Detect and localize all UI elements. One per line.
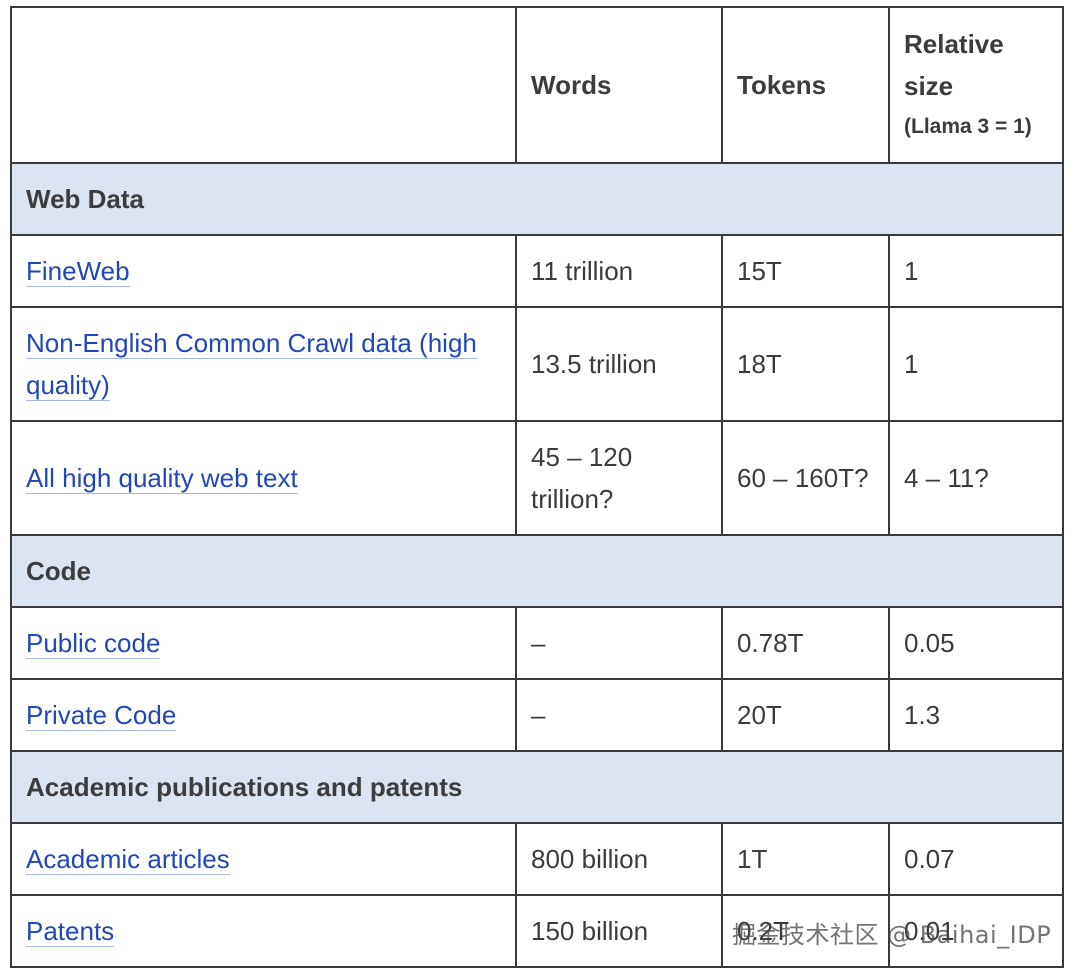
words-cell: – bbox=[515, 606, 723, 680]
table-row: Academic articles 800 billion 1T 0.07 bbox=[10, 822, 1064, 896]
table-row: Private Code – 20T 1.3 bbox=[10, 678, 1064, 752]
tokens-cell: 18T bbox=[721, 306, 890, 422]
header-source bbox=[10, 6, 517, 164]
table-row: Non-English Common Crawl data (high qual… bbox=[10, 306, 1064, 422]
section-row-web-data: Web Data bbox=[10, 162, 1064, 236]
header-tokens: Tokens bbox=[721, 6, 890, 164]
header-relative-size: Relative size (Llama 3 = 1) bbox=[888, 6, 1064, 164]
tokens-cell: 1T bbox=[721, 822, 890, 896]
section-row-academic: Academic publications and patents bbox=[10, 750, 1064, 824]
words-cell: 150 billion bbox=[515, 894, 723, 968]
header-row: Words Tokens Relative size (Llama 3 = 1) bbox=[10, 6, 1064, 164]
section-title: Code bbox=[10, 534, 1064, 608]
table-row: All high quality web text 45 – 120 trill… bbox=[10, 420, 1064, 536]
words-cell: 13.5 trillion bbox=[515, 306, 723, 422]
relative-size-cell: 4 – 11? bbox=[888, 420, 1064, 536]
source-link-all-high-quality-web-text[interactable]: All high quality web text bbox=[26, 463, 298, 494]
tokens-cell: 15T bbox=[721, 234, 890, 308]
relative-size-cell: 0.05 bbox=[888, 606, 1064, 680]
relative-size-cell: 0.07 bbox=[888, 822, 1064, 896]
words-cell: 11 trillion bbox=[515, 234, 723, 308]
tokens-cell: 20T bbox=[721, 678, 890, 752]
section-title: Academic publications and patents bbox=[10, 750, 1064, 824]
source-link-patents[interactable]: Patents bbox=[26, 916, 115, 947]
tokens-cell: 0.78T bbox=[721, 606, 890, 680]
section-title: Web Data bbox=[10, 162, 1064, 236]
data-sources-table: Words Tokens Relative size (Llama 3 = 1)… bbox=[10, 6, 1064, 968]
words-cell: 800 billion bbox=[515, 822, 723, 896]
header-relative-size-note: (Llama 3 = 1) bbox=[904, 115, 1032, 138]
data-table-container: Words Tokens Relative size (Llama 3 = 1)… bbox=[10, 6, 1064, 968]
source-link-fineweb[interactable]: FineWeb bbox=[26, 256, 130, 287]
header-relative-size-label: Relative size bbox=[904, 29, 1004, 101]
words-cell: 45 – 120 trillion? bbox=[515, 420, 723, 536]
source-link-academic-articles[interactable]: Academic articles bbox=[26, 844, 230, 875]
relative-size-cell: 1.3 bbox=[888, 678, 1064, 752]
table-row: FineWeb 11 trillion 15T 1 bbox=[10, 234, 1064, 308]
relative-size-cell: 1 bbox=[888, 306, 1064, 422]
header-words: Words bbox=[515, 6, 723, 164]
source-link-private-code[interactable]: Private Code bbox=[26, 700, 177, 731]
words-cell: – bbox=[515, 678, 723, 752]
table-row: Public code – 0.78T 0.05 bbox=[10, 606, 1064, 680]
section-row-code: Code bbox=[10, 534, 1064, 608]
source-link-public-code[interactable]: Public code bbox=[26, 628, 161, 659]
source-link-non-english-common-crawl[interactable]: Non-English Common Crawl data (high qual… bbox=[26, 328, 477, 401]
relative-size-cell: 1 bbox=[888, 234, 1064, 308]
watermark-text: 掘金技术社区 @ Baihai_IDP bbox=[732, 921, 1052, 949]
tokens-cell: 60 – 160T? bbox=[721, 420, 890, 536]
